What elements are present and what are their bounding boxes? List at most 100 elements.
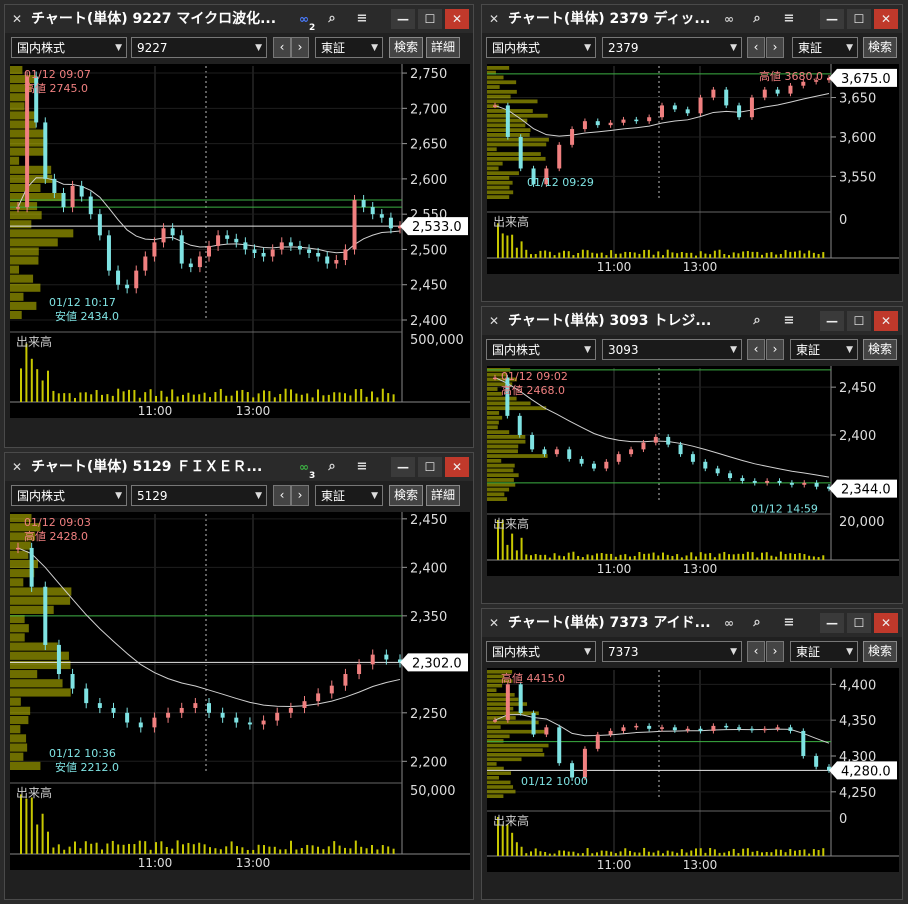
menu-icon[interactable]: ≡ <box>780 614 798 632</box>
exchange-select[interactable]: 東証 ▼ <box>790 339 858 360</box>
market-select[interactable]: 国内株式 ▼ <box>11 37 127 58</box>
market-select[interactable]: 国内株式 ▼ <box>486 641 596 662</box>
volume-tick-label: 0 <box>839 812 847 827</box>
close-button[interactable]: ✕ <box>445 9 469 29</box>
exchange-select[interactable]: 東証 ▼ <box>315 37 383 58</box>
close-button[interactable]: ✕ <box>874 311 898 331</box>
candle-body <box>352 200 357 250</box>
volume-bar <box>638 551 641 560</box>
prev-button[interactable]: ‹ <box>747 641 765 662</box>
volume-bar <box>784 554 787 560</box>
search-button[interactable]: 検索 <box>863 339 897 360</box>
prev-button[interactable]: ‹ <box>273 37 291 58</box>
maximize-button[interactable]: ☐ <box>418 9 442 29</box>
prev-button[interactable]: ‹ <box>747 37 765 58</box>
search-icon[interactable]: ⌕ <box>323 10 341 28</box>
maximize-button[interactable]: ☐ <box>847 613 871 633</box>
menu-icon[interactable]: ≡ <box>780 10 798 28</box>
candle-body <box>801 730 806 756</box>
candle-body <box>152 242 157 257</box>
code-input[interactable]: 2379 ▼ <box>602 37 742 58</box>
price-chart[interactable]: 11:00 13:00 2,450 2,400 出来高 20,000 01/12 09:02… <box>487 366 899 576</box>
volume-bar <box>101 849 103 854</box>
toolbar: 国内株式 ▼ 7373 ▼ ‹ › 東証 ▼ 検索 <box>482 639 902 665</box>
volume-bar <box>68 393 71 402</box>
price-chart[interactable]: 11:00 13:002,7502,7002,6502,6002,5502,500… <box>10 64 470 418</box>
code-input[interactable]: 7373 ▼ <box>602 641 742 662</box>
next-button[interactable]: › <box>766 37 784 58</box>
volume-bar <box>680 849 683 856</box>
menu-icon[interactable]: ≡ <box>780 312 798 330</box>
search-button[interactable]: 検索 <box>389 37 423 58</box>
volume-bar <box>192 844 195 854</box>
chart-background <box>10 64 470 418</box>
market-select[interactable]: 国内株式 ▼ <box>486 37 596 58</box>
high-price-label: 高値 2468.0 <box>501 383 565 397</box>
search-icon[interactable]: ⌕ <box>748 10 766 28</box>
pin-icon[interactable]: ✕ <box>489 307 503 335</box>
maximize-button[interactable]: ☐ <box>847 311 871 331</box>
title-bar[interactable]: ✕ チャート(単体) 9227 マイクロ波化... ∞ 2 ⌕ ≡ — ☐ ✕ <box>5 5 473 33</box>
volume-bar <box>657 850 660 856</box>
candle-body <box>685 728 690 731</box>
exchange-select[interactable]: 東証 ▼ <box>790 641 858 662</box>
search-button[interactable]: 検索 <box>389 485 423 506</box>
maximize-button[interactable]: ☐ <box>418 457 442 477</box>
title-bar[interactable]: ✕ チャート(単体) 7373 アイド... ∞ ⌕ ≡ — ☐ ✕ <box>482 609 902 637</box>
volume-profile-bar <box>487 697 519 702</box>
menu-icon[interactable]: ≡ <box>353 10 371 28</box>
next-button[interactable]: › <box>291 37 309 58</box>
detail-button[interactable]: 詳細 <box>426 37 460 58</box>
volume-bar <box>284 849 287 854</box>
search-icon[interactable]: ⌕ <box>323 458 341 476</box>
market-select[interactable]: 国内株式 ▼ <box>11 485 127 506</box>
code-value: 5129 <box>137 489 168 503</box>
candle-body <box>216 235 221 246</box>
pin-icon[interactable]: ✕ <box>12 453 26 481</box>
search-button[interactable]: 検索 <box>863 37 897 58</box>
exchange-select[interactable]: 東証 ▼ <box>792 37 858 58</box>
pin-icon[interactable]: ✕ <box>489 609 503 637</box>
price-chart[interactable]: 11:0013:002,4502,4002,3502,3002,2502,200… <box>10 512 470 870</box>
code-input[interactable]: 5129 ▼ <box>131 485 267 506</box>
search-icon[interactable]: ⌕ <box>748 614 766 632</box>
search-icon[interactable]: ⌕ <box>748 312 766 330</box>
code-input[interactable]: 3093 ▼ <box>602 339 742 360</box>
prev-button[interactable]: ‹ <box>273 485 291 506</box>
title-bar[interactable]: ✕ チャート(単体) 2379 ディッ... ∞ ⌕ ≡ — ☐ ✕ <box>482 5 902 33</box>
minimize-button[interactable]: — <box>820 9 844 29</box>
code-input[interactable]: 9227 ▼ <box>131 37 267 58</box>
price-chart[interactable]: 11:00 13:00 3,650 3,600 3,550 出来高 0 高値 3680.0 01… <box>487 64 899 274</box>
x-tick-label: 13:00 <box>683 562 718 576</box>
link-icon[interactable]: ∞ <box>720 614 738 632</box>
close-button[interactable]: ✕ <box>874 9 898 29</box>
next-button[interactable]: › <box>291 485 309 506</box>
maximize-button[interactable]: ☐ <box>847 9 871 29</box>
link-icon[interactable]: ∞ <box>720 10 738 28</box>
minimize-button[interactable]: — <box>820 311 844 331</box>
exchange-select[interactable]: 東証 ▼ <box>315 485 383 506</box>
menu-icon[interactable]: ≡ <box>353 458 371 476</box>
volume-bar <box>737 853 740 856</box>
volume-bar <box>263 390 265 402</box>
minimize-button[interactable]: — <box>391 9 415 29</box>
minimize-button[interactable]: — <box>820 613 844 633</box>
market-select[interactable]: 国内株式 ▼ <box>486 339 596 360</box>
volume-bar <box>392 394 395 402</box>
prev-button[interactable]: ‹ <box>747 339 765 360</box>
detail-button[interactable]: 詳細 <box>426 485 460 506</box>
volume-bar <box>25 343 28 402</box>
close-button[interactable]: ✕ <box>445 457 469 477</box>
pin-icon[interactable]: ✕ <box>489 5 503 33</box>
volume-bar <box>789 849 792 856</box>
candle-body <box>814 482 819 487</box>
next-button[interactable]: › <box>766 641 784 662</box>
pin-icon[interactable]: ✕ <box>12 5 26 33</box>
next-button[interactable]: › <box>766 339 784 360</box>
search-button[interactable]: 検索 <box>863 641 897 662</box>
price-chart[interactable]: 11:00 13:004,4004,3504,3004,250出来高 0高値 441… <box>487 668 899 872</box>
minimize-button[interactable]: — <box>391 457 415 477</box>
title-bar[interactable]: ✕ チャート(単体) 5129 ＦＩＸＥＲ... ∞ 3 ⌕ ≡ — ☐ ✕ <box>5 453 473 481</box>
title-bar[interactable]: ✕ チャート(単体) 3093 トレジ... ⌕ ≡ — ☐ ✕ <box>482 307 902 335</box>
close-button[interactable]: ✕ <box>874 613 898 633</box>
